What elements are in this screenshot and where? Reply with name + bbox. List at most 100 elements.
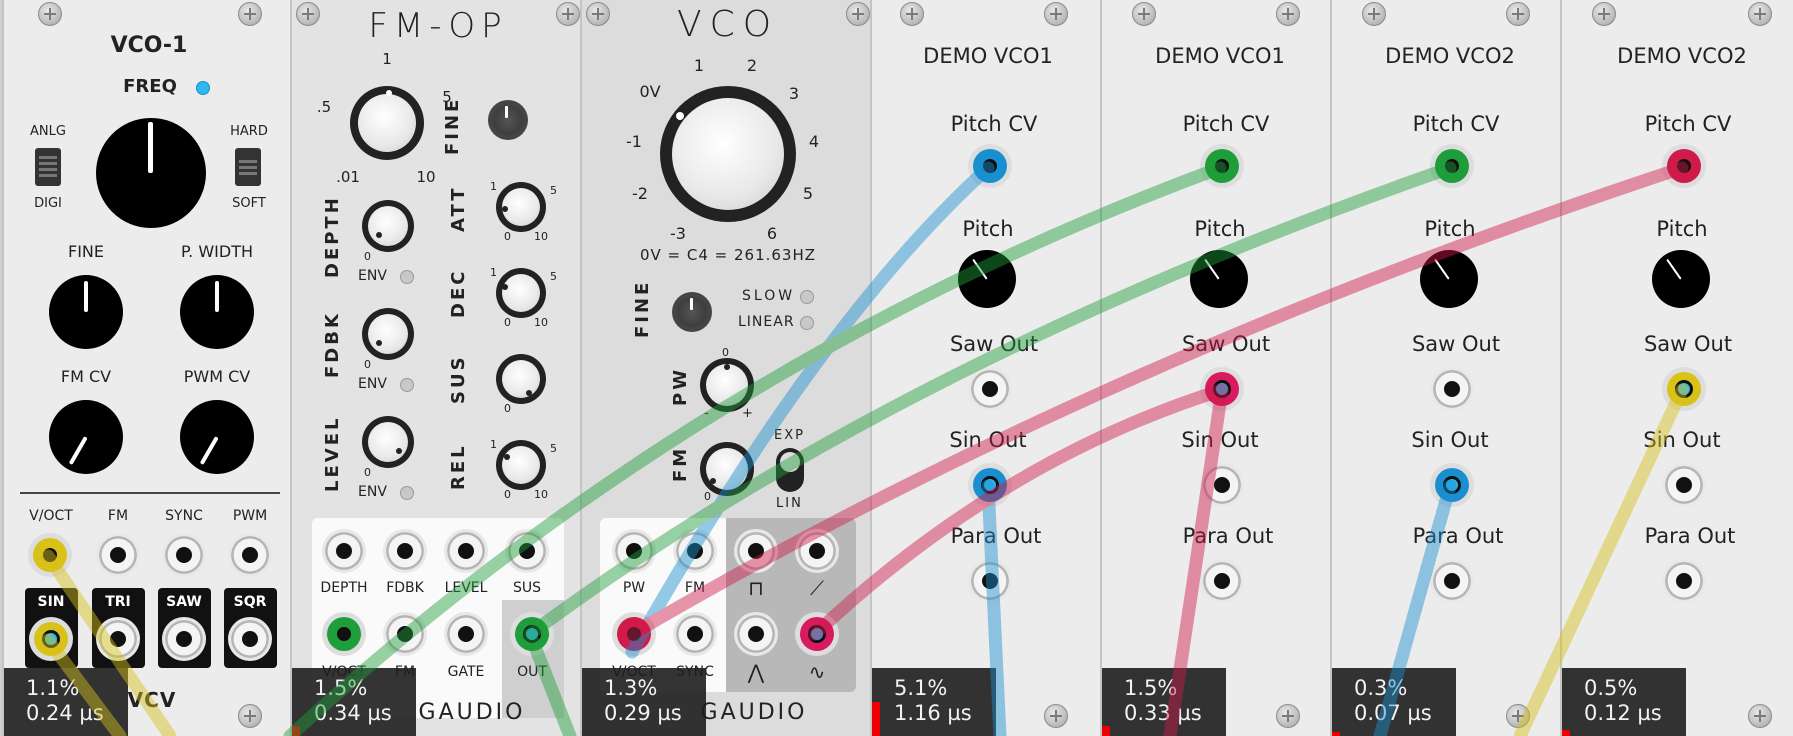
rel-tick-0: 0 <box>504 488 511 501</box>
sin-output-jack[interactable] <box>1200 463 1244 507</box>
saw-output-jack[interactable] <box>1662 367 1706 411</box>
sin-output-jack[interactable] <box>968 463 1012 507</box>
fine-knob[interactable] <box>49 275 123 349</box>
dec-label: DEC <box>448 268 469 318</box>
attack-knob[interactable] <box>496 182 546 232</box>
tri-output-jack[interactable] <box>96 617 140 661</box>
fine-knob[interactable] <box>488 100 528 140</box>
slow-toggle[interactable] <box>800 290 814 304</box>
fdbk-cv-jack[interactable] <box>383 529 427 573</box>
rel-tick-1: 1 <box>490 438 497 451</box>
pulse-width-knob[interactable] <box>700 358 754 412</box>
sin-output-jack[interactable] <box>1662 463 1706 507</box>
pitch-label: Pitch <box>1424 217 1476 241</box>
fine-knob[interactable] <box>672 292 712 332</box>
release-knob[interactable] <box>496 440 546 490</box>
para-output-jack[interactable] <box>1430 559 1474 603</box>
sqr-output-jack[interactable] <box>228 617 272 661</box>
depth-env-led[interactable] <box>400 270 414 284</box>
pwm-cv-knob[interactable] <box>180 400 254 474</box>
fm-input-jack[interactable] <box>96 533 140 577</box>
att-tick-10: 10 <box>534 230 548 243</box>
triangle-output-jack[interactable] <box>734 612 778 656</box>
sin-output-jack[interactable] <box>1430 463 1474 507</box>
pitch-knob[interactable] <box>958 250 1016 308</box>
pwm-cv-label: PWM CV <box>183 367 251 386</box>
sin-output-jack[interactable] <box>29 617 73 661</box>
pitch-knob[interactable] <box>1420 250 1478 308</box>
pitch-knob[interactable] <box>1652 250 1710 308</box>
sync-input-jack[interactable] <box>673 612 717 656</box>
saw-output-jack[interactable] <box>162 617 206 661</box>
saw-output-jack[interactable] <box>968 367 1012 411</box>
brand-label: GAUDIO <box>700 700 808 725</box>
demo-vco1-module-a: DEMO VCO1 Pitch CV Pitch Saw Out Sin Out… <box>870 0 1102 736</box>
para-out-label: Para Out <box>1644 524 1736 548</box>
pitch-cv-input-jack[interactable] <box>1200 144 1244 188</box>
sine-output-jack[interactable] <box>795 612 839 656</box>
saw-wave-icon: ⟋ <box>810 576 824 600</box>
sync-label: SYNC <box>165 508 203 524</box>
sync-input-jack[interactable] <box>162 533 206 577</box>
saw-output-jack[interactable] <box>1200 367 1244 411</box>
pwm-input-jack[interactable] <box>228 533 272 577</box>
screw-icon <box>556 2 580 26</box>
saw-output-jack[interactable] <box>795 529 839 573</box>
frequency-knob[interactable] <box>660 86 796 222</box>
screw-icon <box>1044 704 1068 728</box>
fm-input-jack[interactable] <box>383 612 427 656</box>
screw-icon <box>1276 704 1300 728</box>
decay-knob[interactable] <box>496 268 546 318</box>
fdbk-knob[interactable] <box>362 308 414 360</box>
voct-input-jack[interactable] <box>28 533 72 577</box>
voct-input-jack[interactable] <box>612 612 656 656</box>
freq-tick-neg2: -2 <box>632 184 648 203</box>
freq-tick-neg1: -1 <box>626 132 642 151</box>
para-output-jack[interactable] <box>1662 559 1706 603</box>
pw-cv-jack[interactable] <box>612 529 656 573</box>
depth-cv-jack[interactable] <box>322 529 366 573</box>
para-output-jack[interactable] <box>968 559 1012 603</box>
fm-cv-jack[interactable] <box>673 529 717 573</box>
fm-zero-tick: 0 <box>704 490 711 503</box>
cpu-time: 1.16 µs <box>894 701 972 725</box>
out-output-jack[interactable] <box>510 612 554 656</box>
pulse-width-knob[interactable] <box>180 275 254 349</box>
level-env-led[interactable] <box>400 486 414 500</box>
level-cv-jack[interactable] <box>444 529 488 573</box>
level-zero-tick: 0 <box>364 466 371 479</box>
att-tick-5: 5 <box>550 184 557 197</box>
linear-label: LINEAR <box>738 314 795 330</box>
level-env-label: ENV <box>358 484 387 500</box>
freq-knob[interactable] <box>96 118 206 228</box>
sus-cv-jack[interactable] <box>505 529 549 573</box>
depth-knob[interactable] <box>362 200 414 252</box>
sine-wave-icon: ∿ <box>808 660 826 684</box>
fm-cv-knob[interactable] <box>49 400 123 474</box>
pitch-cv-input-jack[interactable] <box>1430 144 1474 188</box>
saw-output-jack[interactable] <box>1430 367 1474 411</box>
rel-tick-10: 10 <box>534 488 548 501</box>
voct-input-jack[interactable] <box>322 612 366 656</box>
ratio-knob[interactable] <box>350 86 424 160</box>
tri-label: TRI <box>105 594 131 610</box>
saw-out-label: Saw Out <box>1411 332 1501 356</box>
fm-amount-knob[interactable] <box>700 442 754 496</box>
level-knob[interactable] <box>362 416 414 468</box>
anlg-digi-switch[interactable] <box>35 148 61 186</box>
linear-toggle[interactable] <box>800 316 814 330</box>
rel-tick-5: 5 <box>550 442 557 455</box>
para-output-jack[interactable] <box>1200 559 1244 603</box>
fdbk-env-led[interactable] <box>400 378 414 392</box>
square-output-jack[interactable] <box>734 529 778 573</box>
pitch-knob[interactable] <box>1190 250 1248 308</box>
pitch-cv-input-jack[interactable] <box>968 144 1012 188</box>
cpu-percent: 1.5% <box>314 676 368 700</box>
exp-lin-switch[interactable] <box>776 448 804 492</box>
fdbk-zero-tick: 0 <box>364 358 371 371</box>
sustain-knob[interactable] <box>496 354 546 404</box>
hard-soft-switch[interactable] <box>235 148 261 186</box>
pitch-cv-input-jack[interactable] <box>1662 144 1706 188</box>
gate-input-jack[interactable] <box>444 612 488 656</box>
saw-out-label: Saw Out <box>949 332 1039 356</box>
